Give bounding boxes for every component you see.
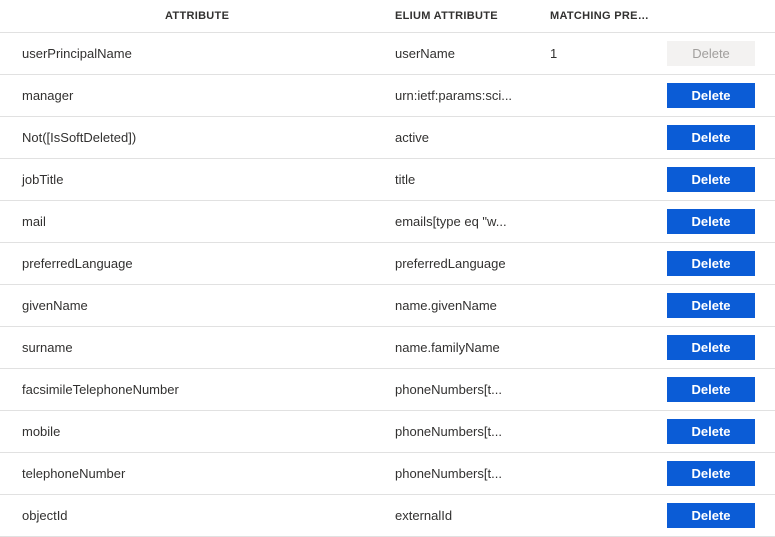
table-row[interactable]: surnamename.familyName Delete <box>0 327 775 369</box>
cell-action: Delete <box>655 335 765 360</box>
cell-action: Delete <box>655 251 765 276</box>
cell-action: Delete <box>655 167 765 192</box>
cell-action: Delete <box>655 209 765 234</box>
cell-attribute: surname <box>0 340 395 355</box>
table-row[interactable]: facsimileTelephoneNumberphoneNumbers[t..… <box>0 369 775 411</box>
cell-elium-attribute: title <box>395 172 550 187</box>
cell-attribute: preferredLanguage <box>0 256 395 271</box>
cell-elium-attribute: urn:ietf:params:sci... <box>395 88 550 103</box>
table-row[interactable]: preferredLanguagepreferredLanguage Delete <box>0 243 775 285</box>
delete-button[interactable]: Delete <box>667 209 755 234</box>
header-attribute: ATTRIBUTE <box>0 10 395 22</box>
header-matching-precedence: MATCHING PREC... <box>550 10 655 22</box>
table-row[interactable]: Not([IsSoftDeleted])active Delete <box>0 117 775 159</box>
cell-attribute: objectId <box>0 508 395 523</box>
cell-attribute: telephoneNumber <box>0 466 395 481</box>
cell-attribute: givenName <box>0 298 395 313</box>
cell-elium-attribute: name.familyName <box>395 340 550 355</box>
cell-attribute: manager <box>0 88 395 103</box>
cell-attribute: userPrincipalName <box>0 46 395 61</box>
cell-matching-precedence: 1 <box>550 46 655 61</box>
cell-elium-attribute: externalId <box>395 508 550 523</box>
delete-button[interactable]: Delete <box>667 125 755 150</box>
delete-button[interactable]: Delete <box>667 503 755 528</box>
header-elium-attribute: ELIUM ATTRIBUTE <box>395 10 550 22</box>
table-row[interactable]: telephoneNumberphoneNumbers[t... Delete <box>0 453 775 495</box>
cell-elium-attribute: phoneNumbers[t... <box>395 466 550 481</box>
cell-attribute: jobTitle <box>0 172 395 187</box>
cell-action: Delete <box>655 83 765 108</box>
cell-action: Delete <box>655 419 765 444</box>
table-row[interactable]: objectIdexternalId Delete <box>0 495 775 537</box>
cell-action: Delete <box>655 503 765 528</box>
table-row[interactable]: givenNamename.givenName Delete <box>0 285 775 327</box>
cell-elium-attribute: active <box>395 130 550 145</box>
table-row[interactable]: mobilephoneNumbers[t... Delete <box>0 411 775 453</box>
delete-button[interactable]: Delete <box>667 419 755 444</box>
attribute-mapping-table: ATTRIBUTE ELIUM ATTRIBUTE MATCHING PREC.… <box>0 0 775 537</box>
cell-elium-attribute: emails[type eq "w... <box>395 214 550 229</box>
cell-elium-attribute: preferredLanguage <box>395 256 550 271</box>
cell-attribute: mail <box>0 214 395 229</box>
cell-elium-attribute: phoneNumbers[t... <box>395 424 550 439</box>
delete-button[interactable]: Delete <box>667 167 755 192</box>
cell-attribute: Not([IsSoftDeleted]) <box>0 130 395 145</box>
delete-button[interactable]: Delete <box>667 335 755 360</box>
delete-button[interactable]: Delete <box>667 377 755 402</box>
cell-attribute: facsimileTelephoneNumber <box>0 382 395 397</box>
cell-attribute: mobile <box>0 424 395 439</box>
delete-button[interactable]: Delete <box>667 461 755 486</box>
delete-button[interactable]: Delete <box>667 293 755 318</box>
delete-button: Delete <box>667 41 755 66</box>
cell-elium-attribute: name.givenName <box>395 298 550 313</box>
table-row[interactable]: userPrincipalNameuserName1 Delete <box>0 33 775 75</box>
cell-elium-attribute: phoneNumbers[t... <box>395 382 550 397</box>
delete-button[interactable]: Delete <box>667 251 755 276</box>
table-header-row: ATTRIBUTE ELIUM ATTRIBUTE MATCHING PREC.… <box>0 0 775 33</box>
cell-action: Delete <box>655 41 765 66</box>
delete-button[interactable]: Delete <box>667 83 755 108</box>
cell-action: Delete <box>655 461 765 486</box>
cell-action: Delete <box>655 377 765 402</box>
table-row[interactable]: jobTitletitle Delete <box>0 159 775 201</box>
table-row[interactable]: mailemails[type eq "w... Delete <box>0 201 775 243</box>
cell-action: Delete <box>655 125 765 150</box>
table-row[interactable]: managerurn:ietf:params:sci... Delete <box>0 75 775 117</box>
cell-action: Delete <box>655 293 765 318</box>
cell-elium-attribute: userName <box>395 46 550 61</box>
